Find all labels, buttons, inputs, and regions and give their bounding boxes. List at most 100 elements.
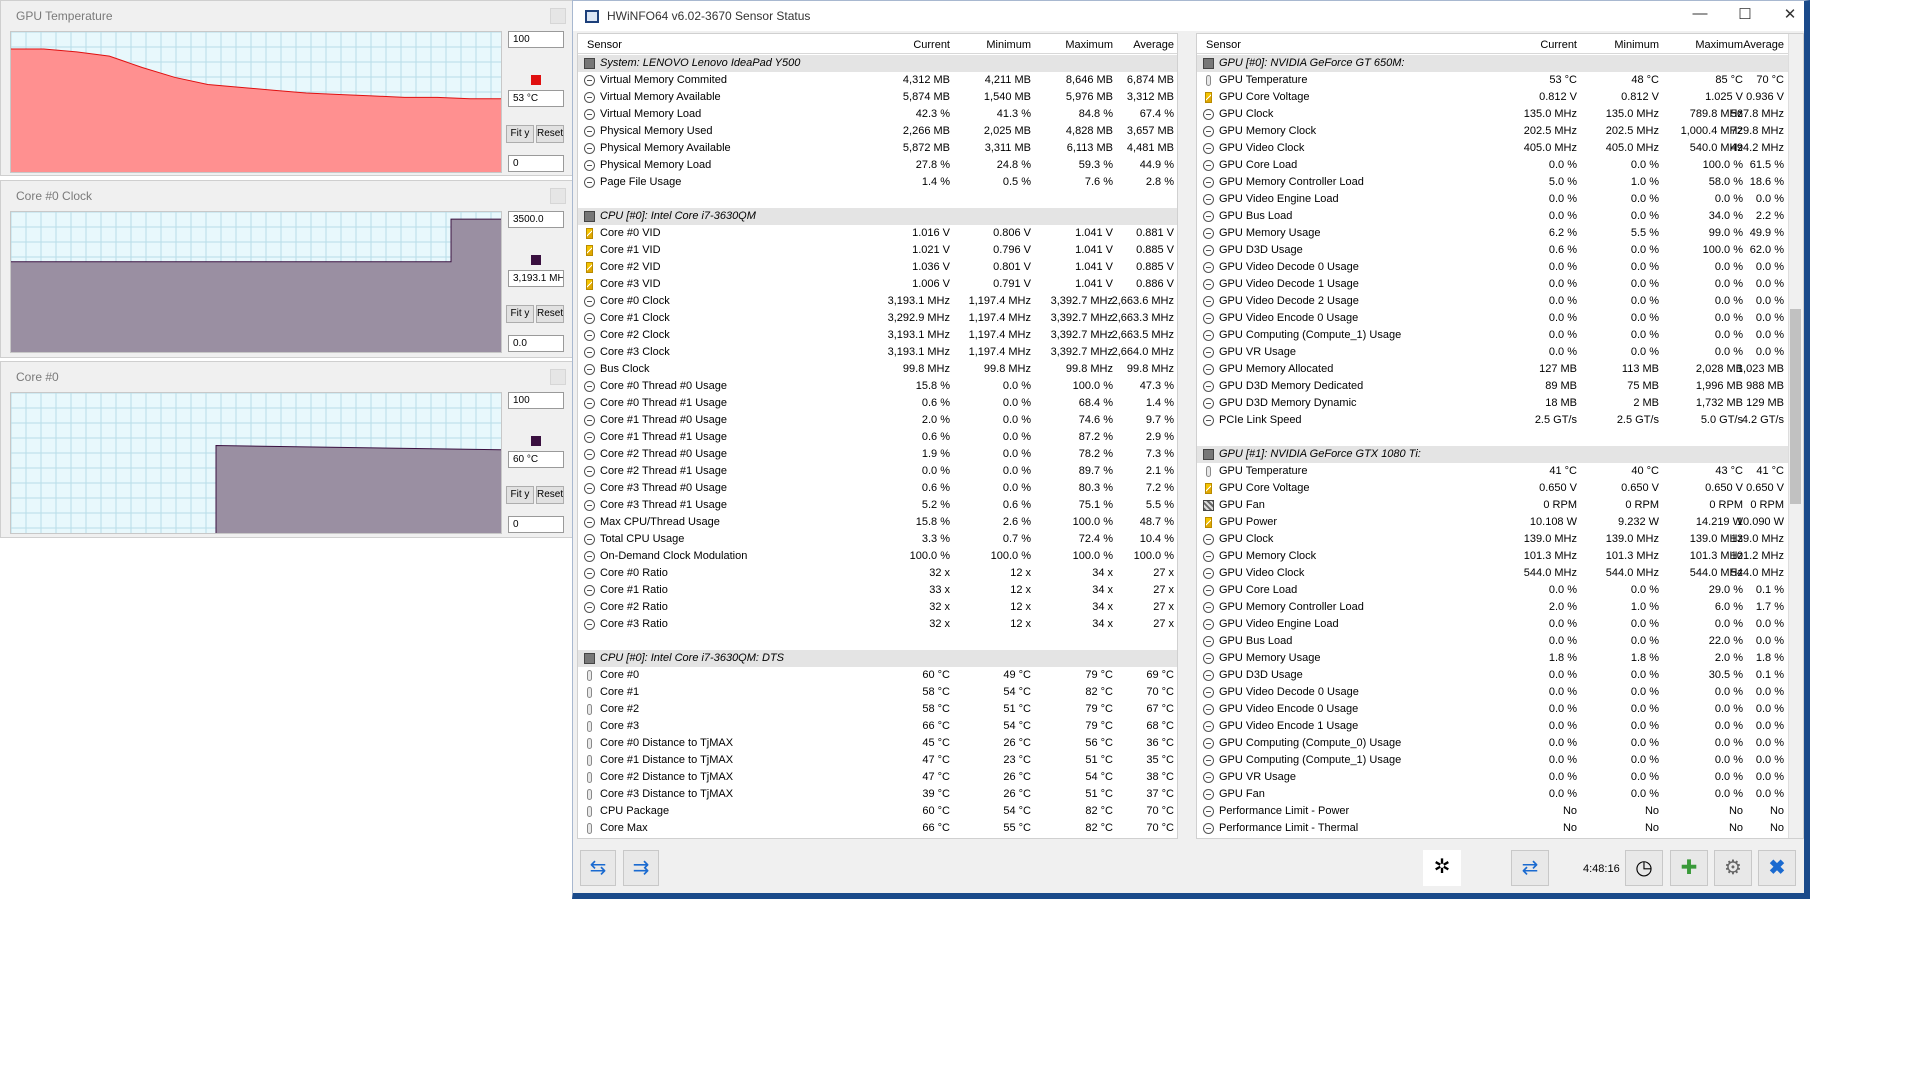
sensor-row[interactable]: GPU Memory Usage 6.2 % 5.5 % 99.0 % 49.9… bbox=[1197, 225, 1803, 242]
sensor-row[interactable]: Core #0 Thread #1 Usage 0.6 % 0.0 % 68.4… bbox=[578, 395, 1177, 412]
sensor-row[interactable]: Core #0 VID 1.016 V 0.806 V 1.041 V 0.88… bbox=[578, 225, 1177, 242]
collapse-arrows-icon[interactable]: ⇉ bbox=[623, 850, 659, 886]
sensor-row[interactable]: GPU Video Decode 2 Usage 0.0 % 0.0 % 0.0… bbox=[1197, 293, 1803, 310]
sensor-row[interactable]: Core #2 VID 1.036 V 0.801 V 1.041 V 0.88… bbox=[578, 259, 1177, 276]
sensor-row[interactable]: Core #3 Clock 3,193.1 MHz 1,197.4 MHz 3,… bbox=[578, 344, 1177, 361]
sensor-row[interactable]: GPU Clock 139.0 MHz 139.0 MHz 139.0 MHz … bbox=[1197, 531, 1803, 548]
graph-max-field[interactable]: 3500.0 bbox=[508, 211, 564, 228]
sensor-group-header[interactable]: GPU [#1]: NVIDIA GeForce GTX 1080 Ti: bbox=[1197, 446, 1803, 463]
sensor-row[interactable]: Core #1 Ratio 33 x 12 x 34 x 27 x bbox=[578, 582, 1177, 599]
sensor-row[interactable]: Physical Memory Available 5,872 MB 3,311… bbox=[578, 140, 1177, 157]
sensor-row[interactable]: GPU Video Decode 1 Usage 0.0 % 0.0 % 0.0… bbox=[1197, 276, 1803, 293]
sensor-row[interactable]: GPU Temperature 41 °C 40 °C 43 °C 41 °C bbox=[1197, 463, 1803, 480]
reset-button[interactable]: Reset bbox=[536, 486, 564, 504]
sensor-row[interactable]: Core #2 Distance to TjMAX 47 °C 26 °C 54… bbox=[578, 769, 1177, 786]
graph-close-button[interactable] bbox=[550, 369, 566, 385]
col-minimum[interactable]: Minimum bbox=[1599, 39, 1659, 51]
sensor-row[interactable]: GPU Video Engine Load 0.0 % 0.0 % 0.0 % … bbox=[1197, 191, 1803, 208]
sensor-row[interactable]: GPU Video Encode 0 Usage 0.0 % 0.0 % 0.0… bbox=[1197, 310, 1803, 327]
sensor-row[interactable]: Core #3 Ratio 32 x 12 x 34 x 27 x bbox=[578, 616, 1177, 633]
sensor-row[interactable]: Core #3 66 °C 54 °C 79 °C 68 °C bbox=[578, 718, 1177, 735]
sensor-row[interactable]: GPU Video Encode 0 Usage 0.0 % 0.0 % 0.0… bbox=[1197, 701, 1803, 718]
sensor-row[interactable]: Core #0 60 °C 49 °C 79 °C 69 °C bbox=[578, 667, 1177, 684]
sensor-row[interactable]: On-Demand Clock Modulation 100.0 % 100.0… bbox=[578, 548, 1177, 565]
sensor-group-header[interactable]: GPU [#0]: NVIDIA GeForce GT 650M: bbox=[1197, 55, 1803, 72]
sensor-row[interactable]: GPU Video Decode 0 Usage 0.0 % 0.0 % 0.0… bbox=[1197, 259, 1803, 276]
sensor-row[interactable]: GPU Temperature 53 °C 48 °C 85 °C 70 °C bbox=[1197, 72, 1803, 89]
sensor-row[interactable]: GPU Memory Clock 101.3 MHz 101.3 MHz 101… bbox=[1197, 548, 1803, 565]
maximize-button[interactable]: ☐ bbox=[1730, 5, 1760, 23]
sensor-row[interactable]: GPU Core Voltage 0.650 V 0.650 V 0.650 V… bbox=[1197, 480, 1803, 497]
sensor-row[interactable]: GPU Bus Load 0.0 % 0.0 % 22.0 % 0.0 % bbox=[1197, 633, 1803, 650]
sensor-row[interactable]: GPU D3D Memory Dedicated 89 MB 75 MB 1,9… bbox=[1197, 378, 1803, 395]
sensor-row[interactable]: Total CPU Usage 3.3 % 0.7 % 72.4 % 10.4 … bbox=[578, 531, 1177, 548]
sensor-row[interactable]: GPU Memory Clock 202.5 MHz 202.5 MHz 1,0… bbox=[1197, 123, 1803, 140]
col-maximum[interactable]: Maximum bbox=[1053, 39, 1113, 51]
sensor-group-header[interactable]: System: LENOVO Lenovo IdeaPad Y500 bbox=[578, 55, 1177, 72]
fit-y-button[interactable]: Fit y bbox=[506, 486, 534, 504]
sensor-row[interactable]: GPU Video Clock 544.0 MHz 544.0 MHz 544.… bbox=[1197, 565, 1803, 582]
sensor-row[interactable]: Core #1 Thread #0 Usage 2.0 % 0.0 % 74.6… bbox=[578, 412, 1177, 429]
sensor-row[interactable]: Core #3 Distance to TjMAX 39 °C 26 °C 51… bbox=[578, 786, 1177, 803]
graph-close-button[interactable] bbox=[550, 8, 566, 24]
sensor-row[interactable]: Core #2 Ratio 32 x 12 x 34 x 27 x bbox=[578, 599, 1177, 616]
sensor-row[interactable]: GPU D3D Usage 0.6 % 0.0 % 100.0 % 62.0 % bbox=[1197, 242, 1803, 259]
sensor-row[interactable]: GPU Fan 0.0 % 0.0 % 0.0 % 0.0 % bbox=[1197, 786, 1803, 803]
sensor-row[interactable]: GPU Computing (Compute_1) Usage 0.0 % 0.… bbox=[1197, 752, 1803, 769]
col-minimum[interactable]: Minimum bbox=[971, 39, 1031, 51]
col-sensor[interactable]: Sensor bbox=[587, 39, 622, 51]
sensor-row[interactable]: Virtual Memory Load 42.3 % 41.3 % 84.8 %… bbox=[578, 106, 1177, 123]
sensor-row[interactable]: GPU Memory Usage 1.8 % 1.8 % 2.0 % 1.8 % bbox=[1197, 650, 1803, 667]
col-current[interactable]: Current bbox=[890, 39, 950, 51]
sensor-pane-left[interactable]: Sensor Current Minimum Maximum Average S… bbox=[577, 33, 1178, 839]
sensor-row[interactable]: Core #0 Thread #0 Usage 15.8 % 0.0 % 100… bbox=[578, 378, 1177, 395]
col-average[interactable]: Average bbox=[1724, 39, 1784, 51]
sensor-row[interactable]: GPU Power 10.108 W 9.232 W 14.219 W 10.0… bbox=[1197, 514, 1803, 531]
sensor-row[interactable]: Performance Limit - Thermal No No No No bbox=[1197, 820, 1803, 837]
sensor-row[interactable]: GPU Computing (Compute_1) Usage 0.0 % 0.… bbox=[1197, 327, 1803, 344]
fit-y-button[interactable]: Fit y bbox=[506, 305, 534, 323]
sensor-pane-right[interactable]: Sensor Current Minimum Maximum Average G… bbox=[1196, 33, 1804, 839]
sensor-row[interactable]: Core #3 Thread #0 Usage 0.6 % 0.0 % 80.3… bbox=[578, 480, 1177, 497]
sensor-row[interactable]: GPU Computing (Compute_0) Usage 0.0 % 0.… bbox=[1197, 735, 1803, 752]
sensor-row[interactable]: GPU Memory Allocated 127 MB 113 MB 2,028… bbox=[1197, 361, 1803, 378]
sensor-row[interactable]: GPU Memory Controller Load 5.0 % 1.0 % 5… bbox=[1197, 174, 1803, 191]
sensor-row[interactable]: GPU Video Engine Load 0.0 % 0.0 % 0.0 % … bbox=[1197, 616, 1803, 633]
sensor-row[interactable]: Core #0 Distance to TjMAX 45 °C 26 °C 56… bbox=[578, 735, 1177, 752]
clock-icon[interactable]: ◷ bbox=[1625, 850, 1663, 886]
sensor-row[interactable]: Core Max 66 °C 55 °C 82 °C 70 °C bbox=[578, 820, 1177, 837]
sensor-row[interactable]: GPU Video Decode 0 Usage 0.0 % 0.0 % 0.0… bbox=[1197, 684, 1803, 701]
sensor-row[interactable]: Core #0 Clock 3,193.1 MHz 1,197.4 MHz 3,… bbox=[578, 293, 1177, 310]
sensor-group-header[interactable]: CPU [#0]: Intel Core i7-3630QM: DTS bbox=[578, 650, 1177, 667]
sensor-row[interactable]: Bus Clock 99.8 MHz 99.8 MHz 99.8 MHz 99.… bbox=[578, 361, 1177, 378]
sensor-row[interactable]: Core #1 Clock 3,292.9 MHz 1,197.4 MHz 3,… bbox=[578, 310, 1177, 327]
sensor-row[interactable]: GPU Fan 0 RPM 0 RPM 0 RPM 0 RPM bbox=[1197, 497, 1803, 514]
sensor-row[interactable]: GPU Core Voltage 0.812 V 0.812 V 1.025 V… bbox=[1197, 89, 1803, 106]
minimize-button[interactable]: — bbox=[1685, 5, 1715, 22]
sensor-row[interactable]: GPU Bus Load 0.0 % 0.0 % 34.0 % 2.2 % bbox=[1197, 208, 1803, 225]
sensor-row[interactable]: Core #1 58 °C 54 °C 82 °C 70 °C bbox=[578, 684, 1177, 701]
sensor-row[interactable]: GPU Video Clock 405.0 MHz 405.0 MHz 540.… bbox=[1197, 140, 1803, 157]
sensor-group-header[interactable]: CPU [#0]: Intel Core i7-3630QM bbox=[578, 208, 1177, 225]
series-color-swatch[interactable] bbox=[531, 75, 541, 85]
sensor-row[interactable]: GPU Core Load 0.0 % 0.0 % 29.0 % 0.1 % bbox=[1197, 582, 1803, 599]
sensor-row[interactable]: Virtual Memory Commited 4,312 MB 4,211 M… bbox=[578, 72, 1177, 89]
sensor-row[interactable]: Core #1 Distance to TjMAX 47 °C 23 °C 51… bbox=[578, 752, 1177, 769]
sensor-row[interactable]: GPU D3D Usage 0.0 % 0.0 % 30.5 % 0.1 % bbox=[1197, 667, 1803, 684]
sensor-row[interactable]: GPU D3D Memory Dynamic 18 MB 2 MB 1,732 … bbox=[1197, 395, 1803, 412]
sensor-row[interactable]: Core #3 Thread #1 Usage 5.2 % 0.6 % 75.1… bbox=[578, 497, 1177, 514]
sensor-row[interactable]: Virtual Memory Available 5,874 MB 1,540 … bbox=[578, 89, 1177, 106]
sensor-row[interactable]: Core #1 Thread #1 Usage 0.6 % 0.0 % 87.2… bbox=[578, 429, 1177, 446]
sensor-row[interactable]: Core #2 Thread #0 Usage 1.9 % 0.0 % 78.2… bbox=[578, 446, 1177, 463]
sensor-row[interactable]: Core #2 Clock 3,193.1 MHz 1,197.4 MHz 3,… bbox=[578, 327, 1177, 344]
close-sensors-icon[interactable]: ✖ bbox=[1758, 850, 1796, 886]
sensor-row[interactable]: GPU VR Usage 0.0 % 0.0 % 0.0 % 0.0 % bbox=[1197, 344, 1803, 361]
network-icon[interactable]: ⇄ bbox=[1511, 850, 1549, 886]
graph-min-field[interactable]: 0 bbox=[508, 155, 564, 172]
sensor-row[interactable]: GPU Memory Controller Load 2.0 % 1.0 % 6… bbox=[1197, 599, 1803, 616]
graph-min-field[interactable]: 0 bbox=[508, 516, 564, 533]
reset-button[interactable]: Reset bbox=[536, 305, 564, 323]
graph-close-button[interactable] bbox=[550, 188, 566, 204]
series-color-swatch[interactable] bbox=[531, 436, 541, 446]
col-sensor[interactable]: Sensor bbox=[1206, 39, 1241, 51]
